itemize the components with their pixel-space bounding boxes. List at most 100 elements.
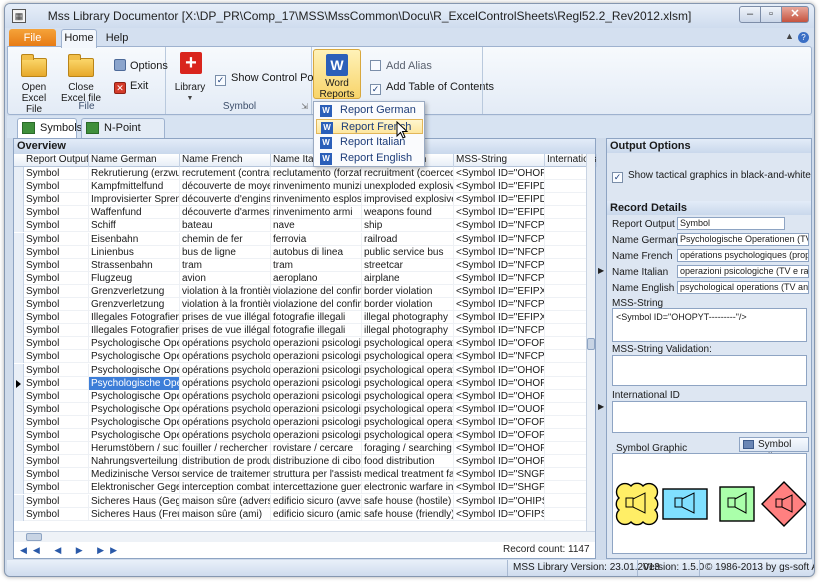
table-cell[interactable]: Illegales Fotografieren — [89, 311, 180, 325]
add-alias-checkbox[interactable]: Add Alias — [370, 58, 432, 74]
table-cell[interactable]: <Symbol ID="NFCPM---- — [454, 271, 545, 285]
table-cell[interactable]: <Symbol ID="OFIPS---- — [454, 507, 545, 521]
table-cell[interactable] — [545, 350, 586, 363]
table-cell[interactable]: <Symbol ID="OHOPF---- — [454, 442, 545, 456]
table-cell[interactable]: bus de ligne — [180, 245, 271, 259]
table-cell[interactable]: nave — [271, 219, 362, 233]
row-selector[interactable] — [14, 193, 24, 207]
table-cell[interactable]: edificio sicuro (avversario — [271, 494, 362, 508]
table-cell[interactable]: <Symbol ID="SHGPUUMS — [454, 481, 545, 495]
table-row[interactable]: SymbolPsychologische Operationopérations… — [14, 415, 586, 429]
minimize-button[interactable]: – — [739, 6, 761, 23]
row-selector[interactable] — [14, 468, 24, 482]
row-selector[interactable] — [14, 415, 24, 429]
table-row[interactable]: Symbol Strassenbahn tram tram streetcar <Symb… — [14, 258, 586, 272]
table-cell[interactable]: <Symbol ID="EFIPD---- — [454, 206, 545, 220]
table-row[interactable]: Symbol Flugzeug avion aeroplano airplane <Sym… — [14, 271, 586, 285]
table-cell[interactable]: opérations psychologique — [180, 350, 271, 364]
table-cell[interactable]: opérations psychologique — [180, 363, 271, 377]
table-cell[interactable]: Symbol — [24, 481, 89, 495]
table-cell[interactable]: Psychologische Operation — [89, 350, 180, 364]
table-row[interactable]: SymbolPsychologische Operationopérations… — [14, 376, 586, 390]
row-selector[interactable] — [14, 481, 24, 495]
table-cell[interactable]: <Symbol ID="OFOPYH--- — [454, 429, 545, 442]
tab-home[interactable]: Home — [61, 29, 97, 48]
table-row[interactable]: SymbolPsychologische Operationopérations… — [14, 337, 586, 351]
table-row[interactable]: SymbolElektronischer Gegenangriintercept… — [14, 481, 586, 495]
table-cell[interactable]: Symbol — [24, 311, 89, 325]
table-row[interactable]: Symbol Grenzverletzung violation à la fron… — [14, 298, 586, 311]
table-cell[interactable]: Symbol — [24, 363, 89, 377]
table-cell[interactable]: Symbol — [24, 193, 89, 207]
mss-validation-field[interactable] — [612, 355, 807, 386]
table-cell[interactable]: ferrovia — [271, 232, 362, 246]
table-cell[interactable] — [545, 390, 586, 403]
table-cell[interactable]: recruitment (coerced / im — [362, 167, 454, 180]
table-row[interactable]: SymbolRekrutierung (erzwungenrecrutement… — [14, 167, 586, 180]
table-cell[interactable]: Symbol — [24, 507, 89, 521]
column-header[interactable]: Name German — [89, 154, 180, 167]
record-navigation[interactable]: ◀◀ ◀ ▶ ▶▶ — [20, 545, 123, 556]
table-cell[interactable]: <Symbol ID="NFCPM---- — [454, 258, 545, 272]
table-cell[interactable] — [545, 455, 586, 468]
mss-string-field[interactable]: <Symbol ID="OHOPYT---------"/> — [612, 308, 807, 342]
ribbon-collapse-icon[interactable]: ▲ — [785, 31, 794, 41]
table-cell[interactable]: Symbol — [24, 245, 89, 259]
table-cell[interactable]: <Symbol ID="EFIPX---- — [454, 284, 545, 298]
table-cell[interactable]: violation à la frontière — [180, 284, 271, 298]
table-cell[interactable]: Nahrungsverteilung — [89, 455, 180, 469]
table-cell[interactable]: psychological operations ( — [362, 402, 454, 416]
table-cell[interactable] — [545, 377, 586, 390]
table-cell[interactable]: Psychologische Operation — [89, 389, 180, 403]
row-selector[interactable] — [14, 494, 24, 508]
table-cell[interactable]: Psychologische Operation — [89, 415, 180, 429]
table-cell[interactable]: Kampfmittelfund — [89, 180, 180, 194]
table-cell[interactable]: rinvenimento esplosivi imp — [271, 193, 362, 207]
table-cell[interactable] — [545, 298, 586, 311]
table-cell[interactable]: découverte d'armes — [180, 206, 271, 220]
table-cell[interactable]: <Symbol ID="OFOPS---- — [454, 337, 545, 351]
word-reports-button[interactable]: W Word Reports ▼ — [313, 49, 361, 109]
row-selector[interactable] — [14, 455, 24, 469]
row-selector[interactable] — [14, 350, 24, 364]
splitter[interactable]: ▶ ▶ — [598, 138, 605, 559]
table-cell[interactable] — [545, 442, 586, 455]
table-cell[interactable]: fotografie illegali — [271, 324, 362, 338]
table-cell[interactable]: <Symbol ID="NFCPD---- — [454, 324, 545, 338]
row-selector[interactable] — [14, 258, 24, 272]
horizontal-scroll-thumb[interactable] — [26, 533, 42, 541]
table-cell[interactable]: <Symbol ID="OHIPS---- — [454, 494, 545, 508]
table-cell[interactable]: Medizinische Versorgungs — [89, 468, 180, 482]
tab-npoint-graphics[interactable]: N-Point Graphics — [81, 118, 165, 152]
table-cell[interactable]: Symbol — [24, 271, 89, 285]
table-cell[interactable]: distribution de produits al — [180, 455, 271, 469]
table-cell[interactable]: Symbol — [24, 324, 89, 338]
table-cell[interactable]: safe house (friendly) — [362, 507, 454, 521]
help-icon[interactable]: ? — [798, 32, 809, 43]
column-header[interactable]: Name French — [180, 154, 271, 167]
table-cell[interactable]: Improvisierter Sprengmitt — [89, 193, 180, 207]
table-cell[interactable] — [545, 311, 586, 324]
table-cell[interactable]: psychological operations ( — [362, 389, 454, 403]
table-cell[interactable]: operazioni psicologiche (T — [271, 376, 362, 390]
table-cell[interactable]: tram — [180, 258, 271, 272]
table-row[interactable]: SymbolIllegales Fotografierenprises de v… — [14, 311, 586, 325]
row-selector[interactable] — [14, 206, 24, 220]
row-selector[interactable] — [14, 507, 24, 521]
table-cell[interactable]: Symbol — [24, 219, 89, 233]
row-selector[interactable] — [14, 376, 24, 390]
table-cell[interactable]: border violation — [362, 298, 454, 311]
table-cell[interactable]: Psychologische Operation — [89, 337, 180, 351]
table-cell[interactable]: Symbol — [24, 415, 89, 429]
table-cell[interactable]: opérations psychologique — [180, 402, 271, 416]
table-cell[interactable]: <Symbol ID="OHOPY---- — [454, 363, 545, 377]
table-cell[interactable]: <Symbol ID="NFCPD---- — [454, 298, 545, 311]
tab-file[interactable]: File — [9, 29, 56, 47]
international-id-field[interactable] — [612, 401, 807, 433]
table-cell[interactable]: Sicheres Haus (Freund) — [89, 507, 180, 521]
expand-left-icon[interactable]: ▶ — [598, 266, 604, 275]
table-row[interactable]: SymbolImprovisierter Sprengmittdécouvert… — [14, 193, 586, 207]
table-cell[interactable]: découverte de moyens de — [180, 180, 271, 194]
table-cell[interactable]: Psychologische Operation — [89, 376, 180, 390]
table-cell[interactable]: Symbol — [24, 350, 89, 364]
